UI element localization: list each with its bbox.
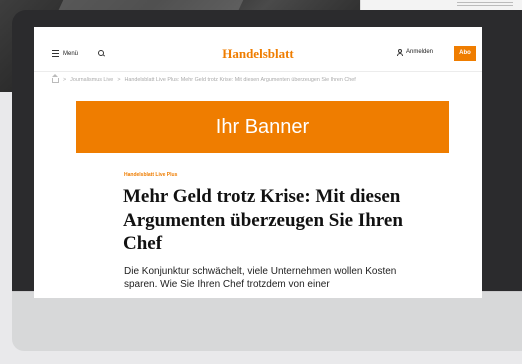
article-kicker: Handelsblatt Live Plus (124, 172, 178, 178)
ad-banner[interactable]: Ihr Banner (76, 101, 449, 153)
breadcrumb-item[interactable]: Journalismus Live (70, 77, 113, 83)
breadcrumb: > Journalismus Live > Handelsblatt Live … (52, 74, 356, 83)
login-button[interactable]: Anmelden (396, 49, 434, 56)
abo-button[interactable]: Abo (454, 46, 476, 61)
site-header: Menü Handelsblatt Anmelden Abo (34, 27, 482, 72)
breadcrumb-separator: > (63, 76, 67, 83)
background-document-lines (457, 2, 513, 8)
article-headline: Mehr Geld trotz Krise: Mit diesen Argume… (123, 186, 403, 254)
laptop-screen: Menü Handelsblatt Anmelden Abo > Journal… (34, 27, 482, 298)
breadcrumb-item[interactable]: Handelsblatt Live Plus: Mehr Geld trotz … (124, 77, 355, 83)
article-teaser: Die Konjunktur schwächelt, viele Unterne… (124, 266, 397, 290)
home-icon[interactable] (52, 74, 59, 83)
breadcrumb-separator: > (117, 76, 121, 83)
login-label: Anmelden (406, 49, 434, 55)
user-icon (396, 49, 403, 56)
laptop-base (12, 291, 522, 351)
background-document (360, 0, 522, 10)
